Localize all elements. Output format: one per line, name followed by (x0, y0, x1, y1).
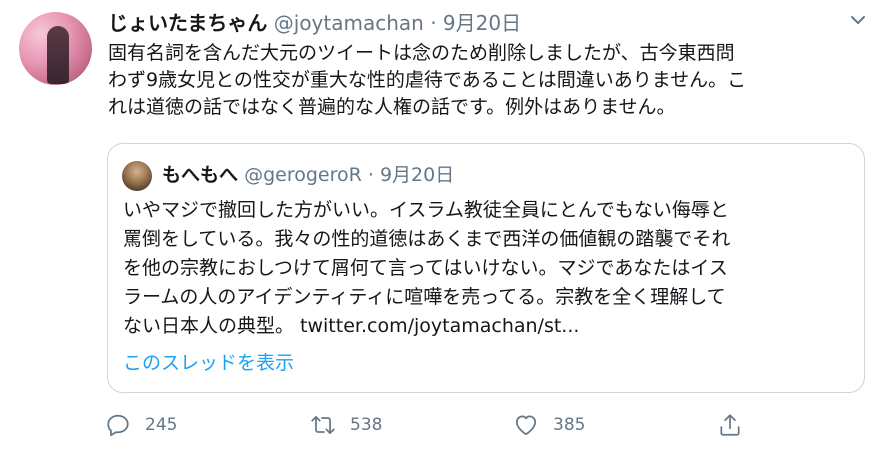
quoted-tweet[interactable]: もへもへ @gerogeroR · 9月20日 いやマジで撤回した方がいい。イス… (107, 143, 865, 393)
heart-icon (515, 415, 537, 436)
display-name[interactable]: じょいたまちゃん (108, 11, 267, 35)
show-thread-link[interactable]: このスレッドを表示 (123, 350, 294, 376)
quoted-text-line: 罵倒をしている。我々の性的道徳はあくまで西洋の価値観の踏襲でそれ (123, 228, 731, 250)
separator: · (367, 164, 374, 186)
retweet-button[interactable]: 538 (310, 410, 382, 440)
tweet-text-line: わず9歳女児との性交が重大な性的虐待であることは間違いありません。こ (108, 69, 747, 91)
tweet-actions: 245 538 385 (105, 410, 755, 440)
share-button[interactable] (717, 410, 743, 440)
reply-count: 245 (145, 415, 178, 435)
retweet-count: 538 (350, 415, 383, 435)
quoted-user-handle: @gerogeroR (244, 164, 362, 186)
user-avatar[interactable] (19, 12, 92, 85)
quoted-tweet-text: いやマジで撤回した方がいい。イスラム教徒全員にとんでもない侮辱と 罵倒をしている… (123, 196, 853, 341)
reply-button[interactable]: 245 (105, 410, 177, 440)
quoted-display-name: もへもへ (162, 164, 239, 186)
tweet-text: 固有名詞を含んだ大元のツイートは念のため削除しましたが、古今東西問 わず9歳女児… (108, 40, 868, 121)
quoted-tweet-header: もへもへ @gerogeroR · 9月20日 (162, 162, 454, 188)
chevron-down-icon[interactable] (848, 10, 868, 30)
tweet-date[interactable]: 9月20日 (443, 11, 521, 35)
tweet-header: じょいたまちゃん @joytamachan · 9月20日 (108, 10, 521, 36)
share-icon (720, 414, 740, 436)
quoted-tweet-date: 9月20日 (379, 164, 455, 186)
quoted-user-avatar (122, 161, 152, 191)
like-count: 385 (553, 415, 586, 435)
quoted-text-line: ラームの人のアイデンティティに喧嘩を売ってる。宗教を全く理解して (123, 286, 726, 308)
tweet-text-line: 固有名詞を含んだ大元のツイートは念のため削除しましたが、古今東西問 (108, 42, 735, 64)
like-button[interactable]: 385 (513, 410, 585, 440)
user-handle[interactable]: @joytamachan (274, 11, 424, 35)
reply-icon (107, 414, 129, 437)
avatar-figure (47, 26, 69, 84)
quoted-text-line: ない日本人の典型。 twitter.com/joytamachan/st... (123, 315, 580, 337)
quoted-text-line: いやマジで撤回した方がいい。イスラム教徒全員にとんでもない侮辱と (123, 199, 729, 221)
quoted-text-line: を他の宗教におしつけて屑何て言ってはいけない。マジであなたはイス (123, 257, 728, 279)
separator: · (430, 11, 437, 35)
retweet-icon (311, 416, 335, 434)
tweet-text-line: れは道徳の話ではなく普遍的な人権の話です。例外はありません。 (108, 96, 676, 118)
